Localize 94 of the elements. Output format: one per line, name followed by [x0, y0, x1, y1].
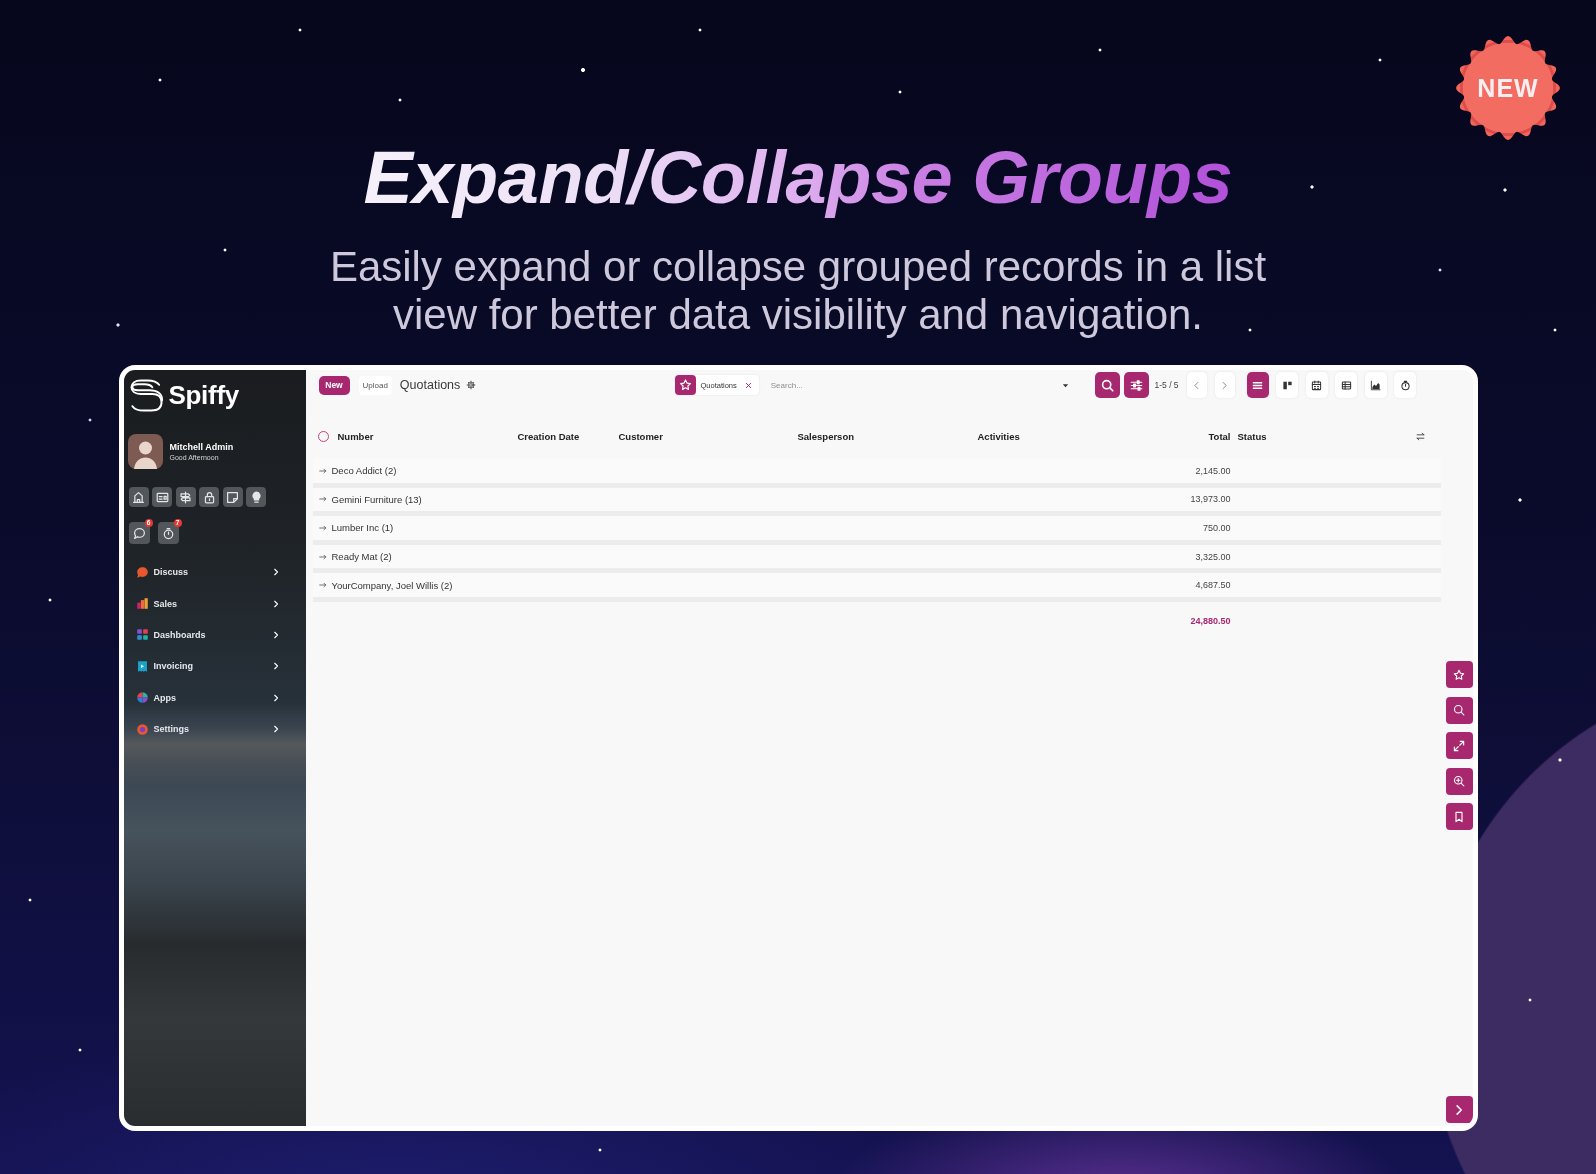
signpost-icon: [179, 490, 192, 504]
pager-value[interactable]: 1-5 / 5: [1154, 380, 1179, 390]
group-label: Ready Mat (2): [331, 551, 392, 563]
stopwatch-icon: [161, 526, 175, 540]
new-button[interactable]: New: [318, 375, 350, 395]
kanban-icon: [1281, 379, 1293, 391]
chevron-right-icon: [271, 662, 280, 671]
group-total: 2,145.00: [1194, 465, 1231, 476]
bar-chart-icon: [135, 597, 149, 611]
group-total: 3,325.00: [1194, 551, 1231, 562]
list-icon: [1252, 379, 1264, 391]
table-grid-icon: [1340, 379, 1352, 391]
column-header[interactable]: Creation Date: [516, 430, 618, 442]
search-button[interactable]: [1094, 372, 1120, 398]
menu-item[interactable]: Discuss: [123, 556, 280, 588]
group-label: Lumber Inc (1): [331, 522, 394, 534]
lock-icon: [202, 490, 216, 504]
column-header[interactable]: Activities: [976, 430, 1157, 442]
group-total: 4,687.50: [1194, 580, 1231, 591]
user-avatar-icon: [127, 434, 163, 469]
chevron-right-icon: [271, 693, 280, 702]
search-icon: [1453, 704, 1465, 716]
menu-item[interactable]: Apps: [123, 682, 280, 714]
menu-item[interactable]: Settings: [123, 713, 280, 745]
favorite-button[interactable]: [1445, 661, 1473, 688]
sliders-icon: [1129, 378, 1143, 392]
column-header[interactable]: Status: [1236, 430, 1401, 442]
ring-icon: [135, 722, 149, 736]
page-subtitle: Easily expand or collapse grouped records in a list view for better data visibility and navigation.: [328, 242, 1268, 339]
collapse-panel-button[interactable]: [1445, 1096, 1473, 1123]
brand-name: Spiffy: [168, 380, 239, 411]
settings-icon[interactable]: [466, 380, 477, 390]
lightbulb-icon: [249, 490, 263, 504]
tiles-icon: [135, 628, 149, 642]
expand-arrows-icon: [1453, 739, 1465, 752]
calendar-view-button[interactable]: [1305, 372, 1328, 398]
zoom-in-icon: [1453, 775, 1465, 787]
graph-view-button[interactable]: [1364, 372, 1387, 398]
group-label: Gemini Furniture (13): [331, 493, 422, 505]
chevron-right-icon: [271, 568, 280, 577]
id-card-icon: [155, 490, 169, 504]
chat-bubble-icon: [135, 565, 149, 579]
caret-icon[interactable]: [1061, 381, 1069, 389]
shortcut-button[interactable]: [175, 487, 196, 507]
shortcut-button[interactable]: [222, 487, 243, 507]
new-badge: NEW: [1456, 36, 1560, 140]
star-icon: [1453, 668, 1465, 681]
search-icon: [1100, 378, 1114, 392]
column-header[interactable]: Total: [1156, 430, 1231, 442]
expand-button[interactable]: [1445, 732, 1473, 759]
menu-item[interactable]: Sales: [123, 587, 280, 620]
stopwatch-icon: [1399, 379, 1411, 391]
user-name: Mitchell Admin: [169, 442, 234, 452]
bookmark-button[interactable]: [1445, 803, 1473, 830]
close-icon[interactable]: [744, 381, 752, 389]
group-label: YourCompany, Joel Willis (2): [331, 579, 453, 591]
column-header[interactable]: Salesperson: [796, 430, 977, 442]
menu-item[interactable]: Dashboards: [123, 619, 280, 651]
calendar-icon: [1311, 379, 1323, 391]
chat-bubble-icon: [132, 526, 146, 540]
chevron-right-icon: [1220, 380, 1230, 390]
shortcut-button[interactable]: [199, 487, 219, 507]
group-total: 750.00: [1201, 523, 1231, 533]
chevron-right-icon: [271, 599, 280, 608]
group-label: Deco Addict (2): [331, 465, 397, 477]
zoom-in-button[interactable]: [1445, 767, 1473, 795]
shortcut-button[interactable]: [128, 487, 149, 507]
logo-icon: [128, 379, 164, 412]
kanban-view-button[interactable]: [1276, 372, 1299, 398]
quadrant-circle-icon: [135, 691, 149, 705]
shortcut-button[interactable]: [152, 487, 172, 507]
receipt-icon: [135, 659, 149, 673]
column-header[interactable]: Customer: [617, 430, 797, 442]
swap-icon[interactable]: [1415, 431, 1425, 441]
bookmark-icon: [1453, 810, 1465, 823]
activity-view-button[interactable]: [1394, 372, 1417, 398]
pivot-view-button[interactable]: [1335, 372, 1358, 398]
area-chart-icon: [1370, 379, 1382, 391]
search-field[interactable]: Search...: [770, 376, 1062, 394]
filter-button[interactable]: [1123, 372, 1149, 398]
shortcut-button[interactable]: [246, 487, 266, 507]
chevron-left-icon: [1192, 380, 1202, 390]
list-view-button[interactable]: [1246, 372, 1269, 398]
search-button[interactable]: [1445, 696, 1473, 724]
view-title: Quotations: [399, 378, 461, 392]
upload-button[interactable]: Upload: [358, 375, 392, 395]
grand-total: 24,880.50: [1189, 615, 1231, 626]
group-total: 13,973.00: [1189, 494, 1231, 505]
building-icon: [132, 490, 145, 504]
sticky-note-icon: [226, 490, 239, 504]
chevron-right-icon: [271, 725, 280, 734]
column-header[interactable]: Number: [336, 430, 517, 442]
chevron-right-icon: [271, 630, 280, 639]
menu-item[interactable]: Invoicing: [123, 650, 280, 683]
